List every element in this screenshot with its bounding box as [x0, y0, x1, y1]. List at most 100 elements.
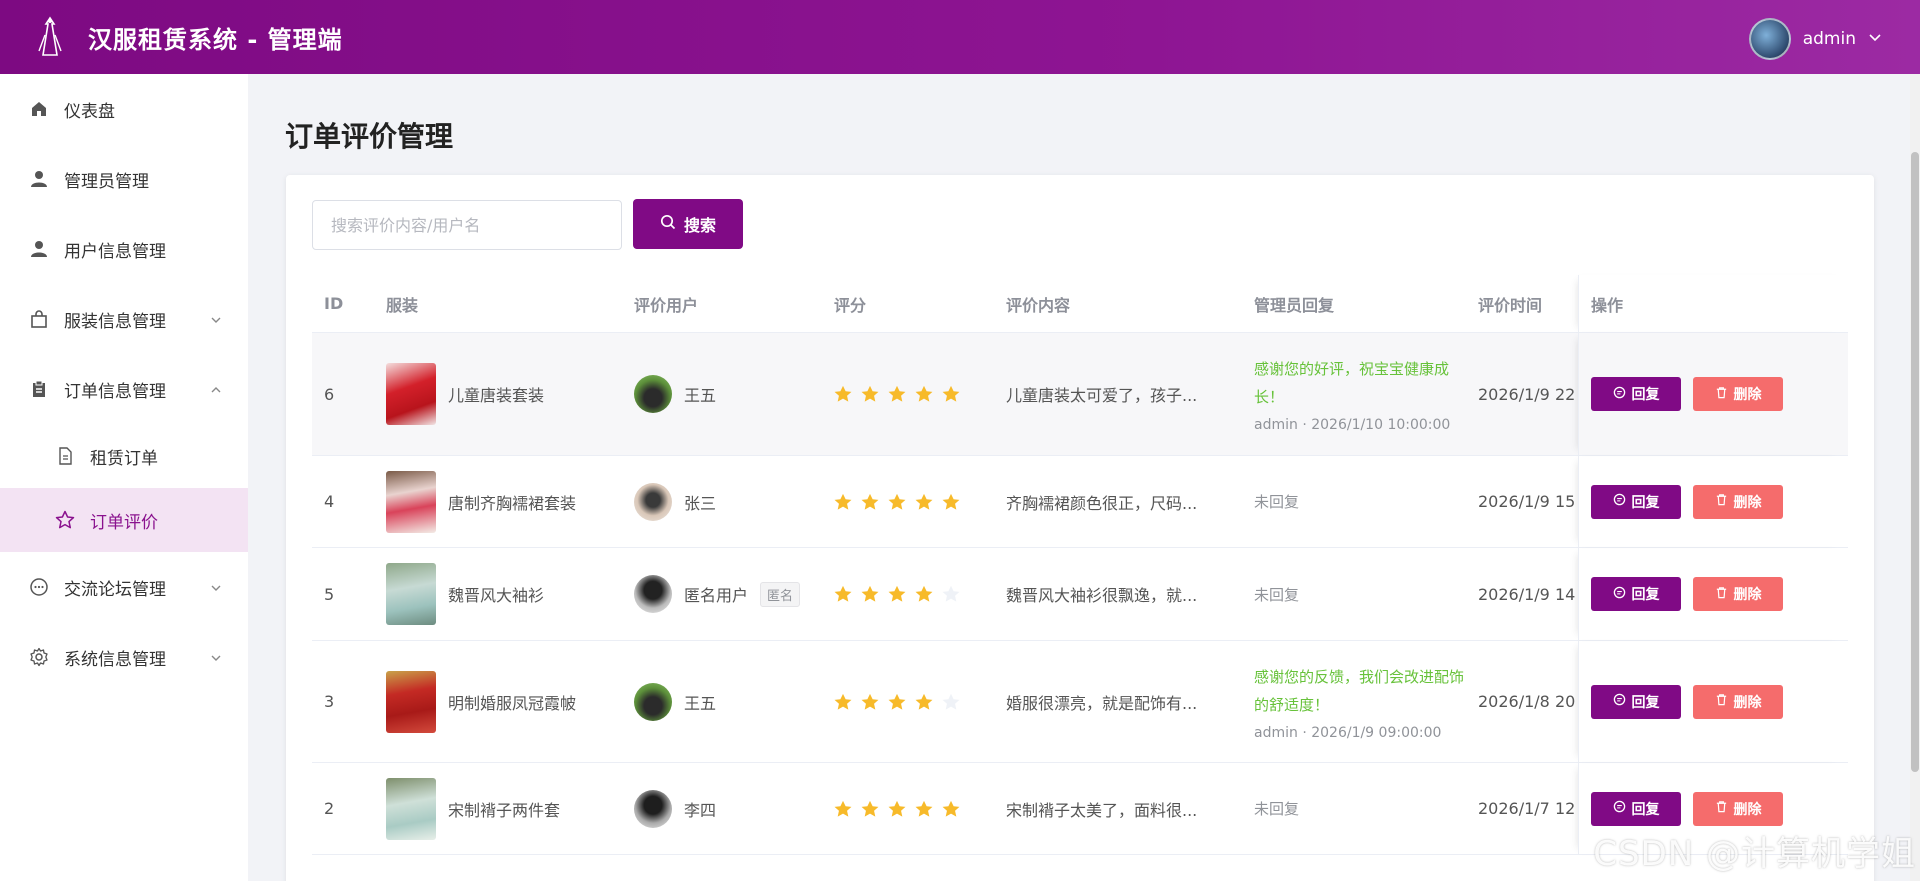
sidebar-item-label: 管理员管理 [64, 171, 149, 192]
trash-icon [1715, 586, 1728, 603]
admin-reply: 未回复 [1254, 798, 1478, 819]
review-table: ID 服装 评价用户 评分 评价内容 管理员回复 评价时间 操作 6 儿童唐装套… [312, 274, 1848, 855]
garment-thumbnail [386, 470, 436, 533]
chat-icon [1613, 800, 1626, 817]
sidebar-item-label: 订单评价 [90, 512, 158, 533]
col-time: 评价时间 [1478, 295, 1543, 315]
reply-button-label: 回复 [1631, 387, 1660, 403]
review-content: 儿童唐装太可爱了，孩子... [1006, 386, 1198, 405]
home-icon [28, 98, 50, 120]
col-reply: 管理员回复 [1254, 295, 1335, 315]
sidebar-item-users[interactable]: 用户信息管理 [0, 214, 248, 284]
reply-button[interactable]: 回复 [1591, 791, 1681, 826]
sidebar-item-admin[interactable]: 管理员管理 [0, 144, 248, 214]
reply-meta: admin · 2026/1/10 10:00:00 [1254, 417, 1451, 433]
star-icon [861, 493, 879, 510]
hanfu-logo-icon [30, 12, 70, 62]
avatar [634, 575, 672, 613]
review-id: 3 [324, 692, 335, 711]
star-icon [888, 800, 906, 817]
sidebar: 仪表盘 管理员管理 用户信息管理 服装信息管理 订单信息管理 租赁订单 订单评价… [0, 74, 248, 881]
star-icon [915, 385, 933, 402]
no-reply-text: 未回复 [1254, 585, 1300, 604]
anonymous-tag: 匿名 [760, 581, 801, 607]
sidebar-item-dashboard[interactable]: 仪表盘 [0, 74, 248, 144]
chevron-down-icon[interactable] [1868, 30, 1882, 48]
delete-button[interactable]: 删除 [1693, 577, 1783, 611]
sidebar-item-system[interactable]: 系统信息管理 [0, 622, 248, 692]
search-button[interactable]: 搜索 [633, 199, 743, 249]
reply-button[interactable]: 回复 [1591, 484, 1681, 519]
rating-stars [832, 585, 1006, 603]
page-title: 订单评价管理 [285, 120, 454, 153]
row-actions: 回复 删除 [1578, 333, 1848, 455]
delete-button[interactable]: 删除 [1693, 377, 1783, 411]
delete-button-label: 删除 [1733, 587, 1762, 603]
star-icon [942, 693, 960, 710]
user-menu[interactable]: admin [1748, 18, 1882, 60]
garment-cell: 明制婚服凤冠霞帔 [386, 670, 634, 733]
sidebar-item-label: 用户信息管理 [64, 241, 166, 262]
search-input[interactable] [312, 200, 622, 250]
user-name: 李四 [684, 800, 717, 820]
sidebar-item-orders[interactable]: 订单信息管理 [0, 354, 248, 424]
review-time: 2026/1/9 22 [1478, 384, 1576, 404]
star-icon [834, 693, 852, 710]
star-icon [834, 493, 852, 510]
table-row: 4 唐制齐胸襦裙套装 张三 齐胸襦裙颜色很正，尺码... 未回复 2026/1/… [312, 456, 1848, 548]
star-icon [942, 385, 960, 402]
star-icon [915, 693, 933, 710]
sidebar-item-rental-orders[interactable]: 租赁订单 [0, 424, 248, 488]
user-cell: 匿名用户 匿名 [634, 575, 832, 613]
admin-reply: 未回复 [1254, 584, 1478, 605]
sidebar-item-order-reviews[interactable]: 订单评价 [0, 488, 248, 552]
review-id: 4 [324, 492, 335, 511]
delete-button[interactable]: 删除 [1693, 791, 1783, 826]
star-icon [834, 800, 852, 817]
reply-text: 感谢您的好评，祝宝宝健康成长！ [1254, 360, 1450, 406]
review-time: 2026/1/8 20 [1478, 692, 1576, 711]
col-content: 评价内容 [1006, 295, 1071, 315]
trash-icon [1715, 386, 1728, 403]
review-content: 魏晋风大袖衫很飘逸，就... [1006, 586, 1198, 605]
sidebar-item-garments[interactable]: 服装信息管理 [0, 284, 248, 354]
rating-stars [832, 385, 1006, 403]
garment-name: 唐制齐胸襦裙套装 [448, 493, 577, 513]
review-content: 婚服很漂亮，就是配饰有... [1006, 693, 1198, 713]
garment-name: 魏晋风大袖衫 [448, 586, 545, 605]
col-garment: 服装 [386, 295, 419, 315]
avatar [634, 789, 672, 828]
chat-icon [1613, 493, 1626, 510]
row-actions: 回复 删除 [1578, 641, 1848, 762]
reply-button[interactable]: 回复 [1591, 577, 1681, 611]
delete-button[interactable]: 删除 [1693, 684, 1783, 719]
table-row: 6 儿童唐装套装 王五 儿童唐装太可爱了，孩子... 感谢您的好评，祝宝宝健康成… [312, 333, 1848, 456]
star-icon [861, 385, 879, 402]
table-row: 3 明制婚服凤冠霞帔 王五 婚服很漂亮，就是配饰有... 感谢您的反馈，我们会改… [312, 641, 1848, 763]
sidebar-item-forum[interactable]: 交流论坛管理 [0, 552, 248, 622]
col-id: ID [324, 294, 344, 313]
sidebar-item-label: 服装信息管理 [64, 311, 166, 332]
star-icon [834, 385, 852, 402]
avatar[interactable] [1748, 18, 1791, 60]
user-icon [28, 238, 50, 260]
document-icon [54, 445, 76, 467]
reply-button[interactable]: 回复 [1591, 684, 1681, 719]
table-row: 5 魏晋风大袖衫 匿名用户 匿名 魏晋风大袖衫很飘逸，就... 未回复 2026… [312, 548, 1848, 641]
scrollbar-thumb[interactable] [1911, 152, 1919, 772]
top-header: 汉服租赁系统 - 管理端 admin [0, 0, 1920, 74]
star-icon [888, 493, 906, 510]
reply-button[interactable]: 回复 [1591, 377, 1681, 411]
delete-button[interactable]: 删除 [1693, 484, 1783, 519]
garment-name: 明制婚服凤冠霞帔 [448, 693, 577, 713]
garment-thumbnail [386, 363, 436, 425]
garment-thumbnail [386, 777, 436, 840]
chat-icon [1613, 693, 1626, 710]
delete-button-label: 删除 [1733, 694, 1762, 711]
star-icon [915, 493, 933, 510]
garment-thumbnail [386, 670, 436, 733]
review-content: 宋制褙子太美了，面料很... [1006, 800, 1198, 820]
page-scrollbar[interactable] [1910, 74, 1920, 881]
reply-button-label: 回复 [1631, 801, 1660, 818]
admin-reply: 未回复 [1254, 491, 1478, 512]
